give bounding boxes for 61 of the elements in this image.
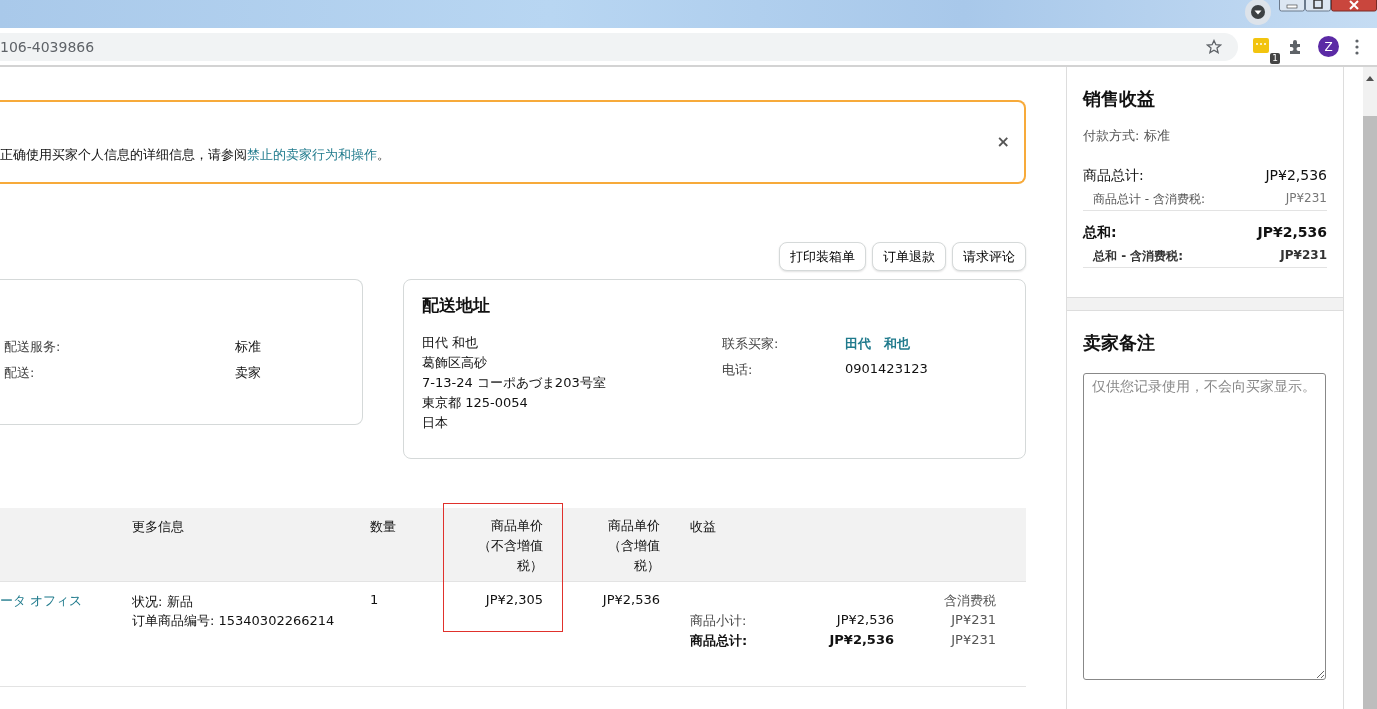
address-line: 田代 和也 <box>422 334 480 352</box>
address-line: 日本 <box>422 414 449 432</box>
card-title: 配送地址 <box>422 294 491 317</box>
field-label: 配送服务: <box>4 338 62 356</box>
column-header: 商品单价（不含增值税） <box>443 508 563 582</box>
notes-field[interactable]: 仅供您记录使用，不会向买家显示。 <box>1083 373 1326 680</box>
price-cell-text: JP¥2,305 <box>484 591 544 609</box>
revenue-amount: JP¥2,536 <box>835 612 894 629</box>
tab-search-icon[interactable] <box>1245 0 1271 25</box>
policy-link[interactable]: 禁止的卖家行为和操作 <box>247 147 377 162</box>
field-value: 0901423123 <box>845 361 928 378</box>
minimize-icon[interactable] <box>1279 0 1305 12</box>
maximize-icon[interactable] <box>1305 0 1331 12</box>
column-header: 商品单价（含增值税） <box>563 508 683 582</box>
revenue-label: 商品总计: <box>690 632 749 650</box>
field-label: 联系买家: <box>722 335 780 353</box>
action-button[interactable]: 订单退款 <box>872 242 946 271</box>
field-label: 电话: <box>722 361 754 379</box>
quantity-cell-text: 1 <box>370 591 380 609</box>
address-line: 7-13-24 コーポあづま203号室 <box>422 374 607 392</box>
summary-amount: JP¥231 <box>1284 191 1327 207</box>
close-button[interactable]: × <box>996 134 1010 150</box>
detail-text: 订单商品编号: 15340302266214 <box>132 612 336 630</box>
badge-count: 1 <box>1270 52 1280 64</box>
summary-amount: JP¥2,536 <box>1257 224 1327 242</box>
summary-amount: JP¥2,536 <box>1265 167 1327 185</box>
payment-method: 付款方式: 标准 <box>1083 127 1171 145</box>
summary-label: 总和: <box>1083 224 1118 242</box>
field-value: 标准 <box>235 338 262 356</box>
summary-amount: JP¥231 <box>1278 248 1327 264</box>
scroll-up-icon[interactable] <box>1366 76 1374 81</box>
tax-amount: JP¥231 <box>949 612 996 629</box>
url-text: 106-4039866 <box>0 38 95 55</box>
field-label: 配送: <box>4 364 36 382</box>
profile-avatar[interactable]: Z <box>1318 36 1339 57</box>
contact-buyer-link[interactable]: 田代 和也 <box>845 335 928 353</box>
address-bar[interactable]: 106-4039866 <box>0 32 1238 61</box>
column-header: 数量 <box>370 508 443 582</box>
alert-message: 正确使用买家个人信息的详细信息，请参阅禁止的卖家行为和操作。 <box>0 146 391 164</box>
address-line: 葛飾区高砂 <box>422 354 488 372</box>
action-button[interactable]: 打印装箱单 <box>779 242 866 271</box>
tax-heading: 含消费税 <box>943 592 996 610</box>
revenue-amount: JP¥2,536 <box>827 632 894 649</box>
summary-label: 商品总计 - 含消费税: <box>1092 191 1206 208</box>
section-title: 销售收益 <box>1083 87 1156 111</box>
price-cell-text: JP¥2,536 <box>601 591 661 609</box>
detail-text: 状况: 新品 <box>132 593 194 611</box>
section-title: 卖家备注 <box>1083 331 1156 355</box>
revenue-label: 商品小计: <box>690 612 748 630</box>
summary-label: 总和 - 含消费税: <box>1091 248 1185 265</box>
more-menu-icon[interactable] <box>1355 38 1359 55</box>
product-link[interactable]: ータ オフィス <box>0 582 132 686</box>
tax-amount: JP¥231 <box>949 632 996 649</box>
address-line: 東京都 125-0054 <box>422 394 529 412</box>
summary-label: 商品总计: <box>1083 167 1145 185</box>
column-header: 更多信息 <box>132 508 370 582</box>
field-value: 卖家 <box>235 364 262 382</box>
star-icon[interactable] <box>1206 38 1222 55</box>
close-icon[interactable] <box>1331 0 1377 12</box>
column-header: 收益 <box>683 508 1026 582</box>
action-button[interactable]: 请求评论 <box>952 242 1026 271</box>
